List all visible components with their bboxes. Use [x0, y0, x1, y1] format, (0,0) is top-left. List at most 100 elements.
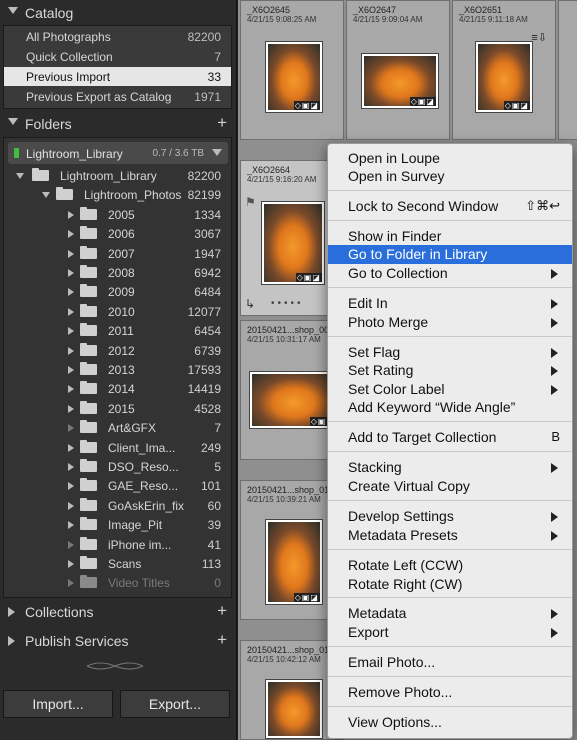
menu-item-develop-settings[interactable]: Develop Settings [328, 507, 572, 526]
expand-triangle-icon[interactable] [68, 307, 74, 316]
expand-triangle-icon[interactable] [68, 540, 74, 549]
import-button[interactable]: Import... [3, 690, 113, 718]
expand-triangle-icon[interactable] [68, 366, 74, 374]
expand-triangle-icon[interactable] [68, 463, 74, 471]
thumbnail[interactable]: ◇▣◪ [475, 41, 533, 113]
rotate-icon[interactable]: ↳ [245, 297, 255, 311]
folder-item[interactable]: 2006 3067 [4, 224, 231, 243]
collections-header[interactable]: Collections + [0, 601, 237, 623]
catalog-header[interactable]: Catalog [0, 2, 237, 24]
folder-item[interactable]: iPhone im... 41 [4, 535, 231, 554]
flag-icon[interactable]: ⚑ [245, 195, 256, 209]
menu-item-view-options[interactable]: View Options... [328, 713, 572, 732]
expand-triangle-icon[interactable] [68, 482, 74, 491]
expand-triangle-icon[interactable] [68, 346, 74, 355]
rating-dots[interactable]: ••••• [271, 298, 304, 309]
folder-item[interactable]: 2005 1334 [4, 205, 231, 224]
expand-triangle-icon[interactable] [68, 230, 74, 239]
add-publish-service-button[interactable]: + [217, 630, 227, 650]
menu-item-lock-to-second-window[interactable]: Lock to Second Window ⇧⌘↩ [328, 197, 572, 216]
folder-item[interactable]: 2011 6454 [4, 321, 231, 340]
thumbnail[interactable]: ◇▣◪ [249, 371, 339, 429]
menu-item-set-rating[interactable]: Set Rating [328, 361, 572, 380]
expand-triangle-icon[interactable] [68, 521, 74, 530]
menu-item-go-to-folder-in-library[interactable]: Go to Folder in Library [328, 245, 572, 264]
collapse-triangle-icon[interactable] [8, 118, 18, 125]
thumbnail[interactable]: ◇▣◪ [265, 519, 323, 605]
add-collection-button[interactable]: + [217, 601, 227, 621]
collapse-triangle-icon[interactable] [8, 7, 18, 14]
menu-item-export[interactable]: Export [328, 623, 572, 642]
expand-triangle-icon[interactable] [8, 607, 15, 617]
folder-item[interactable]: 2008 6942 [4, 263, 231, 282]
expand-triangle-icon[interactable] [68, 327, 74, 336]
menu-item-open-in-survey[interactable]: Open in Survey [328, 167, 572, 186]
folder-item[interactable]: 2010 12077 [4, 302, 231, 321]
catalog-item-quick-collection[interactable]: Quick Collection 7 [4, 47, 231, 66]
folder-item[interactable]: 2007 1947 [4, 244, 231, 263]
menu-item-set-flag[interactable]: Set Flag [328, 343, 572, 362]
thumbnail[interactable]: ◇▣◪ [361, 53, 439, 109]
export-button[interactable]: Export... [120, 690, 230, 718]
expand-triangle-icon[interactable] [68, 249, 74, 258]
thumbnail[interactable]: ◇▣◪ [265, 41, 323, 113]
folder-item[interactable]: GAE_Reso... 101 [4, 476, 231, 495]
expand-triangle-icon[interactable] [8, 636, 15, 646]
menu-item-stacking[interactable]: Stacking [328, 458, 572, 477]
folder-item[interactable]: 2014 14419 [4, 379, 231, 398]
expand-triangle-icon[interactable] [68, 424, 74, 433]
collapse-triangle-icon[interactable] [42, 192, 50, 199]
folder-item[interactable]: 2012 6739 [4, 341, 231, 360]
folder-item[interactable]: 2013 17593 [4, 360, 231, 379]
expand-triangle-icon[interactable] [68, 385, 74, 394]
expand-triangle-icon[interactable] [68, 288, 74, 297]
grid-cell[interactable]: _X6O2645 4/21/15 9:08:25 AM ◇▣◪ [240, 0, 344, 140]
menu-item-rotate-right-cw[interactable]: Rotate Right (CW) [328, 575, 572, 594]
folder-item[interactable]: Lightroom_Library 82200 [4, 166, 231, 185]
folder-item[interactable]: Image_Pit 39 [4, 515, 231, 534]
menu-item-add-keyword-wide-angle[interactable]: Add Keyword “Wide Angle” [328, 398, 572, 417]
catalog-item-previous-export[interactable]: Previous Export as Catalog 1971 [4, 87, 231, 106]
menu-item-remove-photo[interactable]: Remove Photo... [328, 683, 572, 702]
menu-item-show-in-finder[interactable]: Show in Finder [328, 227, 572, 246]
folders-header[interactable]: Folders + [0, 113, 237, 135]
expand-triangle-icon[interactable] [68, 443, 74, 452]
folder-item[interactable]: 2009 6484 [4, 282, 231, 301]
volume-header[interactable]: Lightroom_Library 0.7 / 3.6 TB [8, 142, 228, 164]
folder-item[interactable]: GoAskErin_fix 60 [4, 496, 231, 515]
folder-item[interactable]: Lightroom_Photos 82199 [4, 185, 231, 204]
menu-item-edit-in[interactable]: Edit In [328, 294, 572, 313]
expand-triangle-icon[interactable] [68, 210, 74, 219]
folder-item[interactable]: Art&GFX 7 [4, 418, 231, 437]
grid-cell[interactable] [558, 0, 577, 140]
menu-item-add-to-target-collection[interactable]: Add to Target Collection B [328, 428, 572, 447]
grid-cell[interactable]: _X6O2647 4/21/15 9:09:04 AM ◇▣◪ [346, 0, 450, 140]
menu-item-set-color-label[interactable]: Set Color Label [328, 380, 572, 399]
folder-item[interactable]: Scans 113 [4, 554, 231, 573]
expand-triangle-icon[interactable] [68, 404, 74, 413]
thumbnail[interactable] [265, 679, 323, 739]
catalog-item-previous-import[interactable]: Previous Import 33 [4, 67, 231, 86]
catalog-item-all-photographs[interactable]: All Photographs 82200 [4, 27, 231, 46]
expand-triangle-icon[interactable] [68, 560, 74, 568]
folder-item[interactable]: 2015 4528 [4, 399, 231, 418]
menu-item-rotate-left-ccw[interactable]: Rotate Left (CCW) [328, 556, 572, 575]
expand-triangle-icon[interactable] [68, 269, 74, 277]
menu-item-email-photo[interactable]: Email Photo... [328, 653, 572, 672]
menu-item-metadata-presets[interactable]: Metadata Presets [328, 526, 572, 545]
grid-cell[interactable]: _X6O2651 4/21/15 9:11:18 AM ≡⇩ ◇▣◪ [452, 0, 556, 140]
folder-item[interactable]: DSO_Reso... 5 [4, 457, 231, 476]
collapse-triangle-icon[interactable] [16, 173, 24, 179]
thumbnail[interactable]: ◇▣◪ [261, 201, 325, 285]
add-folder-button[interactable]: + [217, 113, 227, 133]
expand-triangle-icon[interactable] [68, 501, 74, 510]
publish-services-header[interactable]: Publish Services + [0, 630, 237, 652]
chevron-down-icon[interactable] [212, 149, 222, 156]
expand-triangle-icon[interactable] [68, 579, 74, 588]
menu-item-metadata[interactable]: Metadata [328, 604, 572, 623]
menu-item-create-virtual-copy[interactable]: Create Virtual Copy [328, 477, 572, 496]
folder-item[interactable]: Video Titles 0 [4, 573, 231, 592]
folder-item[interactable]: Client_Ima... 249 [4, 438, 231, 457]
menu-item-go-to-collection[interactable]: Go to Collection [328, 264, 572, 283]
menu-item-open-in-loupe[interactable]: Open in Loupe [328, 149, 572, 168]
